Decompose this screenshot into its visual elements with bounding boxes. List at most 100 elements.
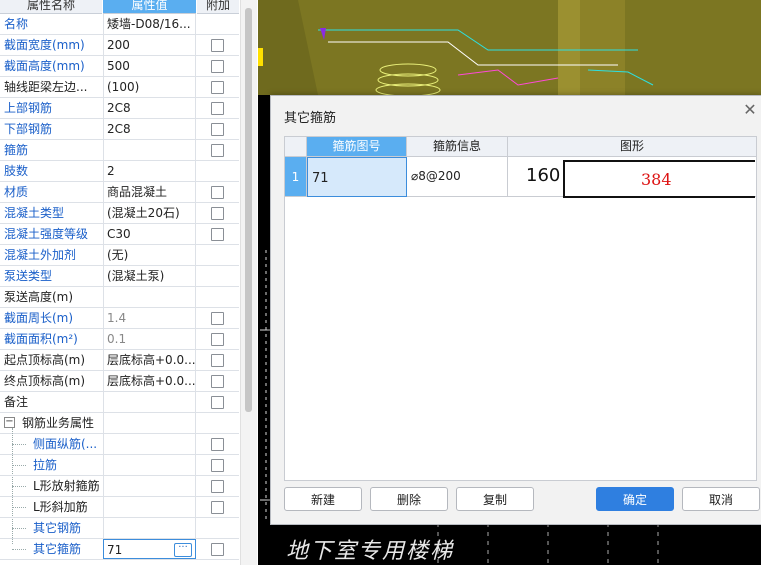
copy-button[interactable]: 复制 (456, 487, 534, 511)
property-row[interactable]: 拉筋 (0, 455, 239, 476)
property-row[interactable]: 侧面纵筋(... (0, 434, 239, 455)
property-row[interactable]: 下部钢筋 2C8 (0, 119, 239, 140)
property-row[interactable]: 泵送高度(m) (0, 287, 239, 308)
header-extra[interactable]: 附加 (197, 0, 239, 14)
property-value-editor[interactable]: 71 ··· (103, 539, 196, 559)
property-row[interactable]: 混凝土强度等级 C30 (0, 224, 239, 245)
property-row[interactable]: 截面高度(mm) 500 (0, 56, 239, 77)
property-value[interactable]: 500 (103, 56, 196, 76)
property-name: 截面周长(m) (4, 311, 74, 325)
extra-checkbox[interactable] (211, 186, 224, 199)
property-row[interactable]: L形斜加筋 (0, 497, 239, 518)
property-row[interactable]: 终点顶标高(m) 层底标高+0.0... (0, 371, 239, 392)
grid-header-info[interactable]: 箍筋信息 (407, 137, 508, 157)
property-value[interactable] (103, 476, 196, 496)
grid-header-shape[interactable]: 图形 (508, 137, 756, 157)
extra-checkbox[interactable] (211, 501, 224, 514)
property-row[interactable]: 上部钢筋 2C8 (0, 98, 239, 119)
property-value[interactable] (103, 287, 196, 307)
property-value-text: C30 (107, 227, 131, 241)
property-row[interactable]: 肢数 2 (0, 161, 239, 182)
property-row[interactable]: 泵送类型 (混凝土泵) (0, 266, 239, 287)
extra-checkbox[interactable] (211, 543, 224, 556)
property-value[interactable]: (混凝土20石) (103, 203, 196, 223)
extra-checkbox[interactable] (211, 459, 224, 472)
row-number[interactable]: 1 (285, 157, 307, 197)
property-row[interactable]: 截面面积(m²) 0.1 (0, 329, 239, 350)
property-name: 材质 (4, 185, 29, 199)
extra-checkbox[interactable] (211, 81, 224, 94)
property-row[interactable]: 备注 (0, 392, 239, 413)
grid-header-code[interactable]: 箍筋图号 (307, 137, 407, 157)
property-row[interactable]: 材质 商品混凝土 (0, 182, 239, 203)
property-name: 箍筋 (4, 143, 29, 157)
property-value[interactable]: 1.4 (103, 308, 196, 328)
tree-connector (12, 549, 26, 550)
extra-checkbox[interactable] (211, 102, 224, 115)
ellipsis-button[interactable]: ··· (174, 543, 192, 557)
property-row[interactable]: 其它钢筋 (0, 518, 239, 539)
delete-button[interactable]: 删除 (370, 487, 448, 511)
extra-checkbox[interactable] (211, 480, 224, 493)
property-row[interactable]: 截面宽度(mm) 200 (0, 35, 239, 56)
property-row[interactable]: 混凝土外加剂 (无) (0, 245, 239, 266)
extra-checkbox[interactable] (211, 39, 224, 52)
property-value[interactable] (103, 392, 196, 412)
property-value[interactable]: 0.1 (103, 329, 196, 349)
property-value[interactable] (103, 518, 196, 538)
collapse-icon[interactable]: − (4, 417, 15, 428)
extra-checkbox[interactable] (211, 228, 224, 241)
property-value[interactable] (103, 455, 196, 475)
property-value[interactable] (103, 140, 196, 160)
property-row[interactable]: 混凝土类型 (混凝土20石) (0, 203, 239, 224)
property-value[interactable]: (无) (103, 245, 196, 265)
grid-corner (285, 137, 307, 157)
property-group-row[interactable]: − 钢筋业务属性 (0, 413, 239, 434)
property-row[interactable]: 截面周长(m) 1.4 (0, 308, 239, 329)
property-value[interactable]: 层底标高+0.0... (103, 350, 196, 370)
property-row[interactable]: 其它箍筋 71 ··· (0, 539, 239, 560)
extra-checkbox[interactable] (211, 312, 224, 325)
property-value[interactable] (103, 434, 196, 454)
close-icon[interactable]: ✕ (742, 102, 758, 118)
extra-checkbox[interactable] (211, 438, 224, 451)
property-scrollbar[interactable] (240, 0, 257, 565)
scrollbar-thumb[interactable] (245, 8, 252, 412)
property-value[interactable]: (100) (103, 77, 196, 97)
property-row[interactable]: 轴线距梁左边... (100) (0, 77, 239, 98)
extra-checkbox[interactable] (211, 60, 224, 73)
property-value[interactable]: 矮墙-D08/16... (103, 14, 196, 34)
extra-checkbox[interactable] (211, 144, 224, 157)
property-row[interactable]: L形放射箍筋 (0, 476, 239, 497)
extra-checkbox[interactable] (211, 207, 224, 220)
new-button[interactable]: 新建 (284, 487, 362, 511)
stirrup-code-cell[interactable]: 71 (307, 157, 407, 197)
header-property-name[interactable]: 属性名称 (0, 0, 102, 14)
property-value[interactable]: 200 (103, 35, 196, 55)
extra-checkbox[interactable] (211, 333, 224, 346)
property-row[interactable]: 名称 矮墙-D08/16... (0, 14, 239, 35)
property-row[interactable]: 箍筋 (0, 140, 239, 161)
ok-button[interactable]: 确定 (596, 487, 674, 511)
extra-checkbox[interactable] (211, 375, 224, 388)
property-value[interactable]: 商品混凝土 (103, 182, 196, 202)
extra-checkbox[interactable] (211, 123, 224, 136)
header-property-value[interactable]: 属性值 (103, 0, 196, 14)
property-value[interactable]: C30 (103, 224, 196, 244)
cancel-button[interactable]: 取消 (682, 487, 760, 511)
stirrup-shape-cell[interactable]: 160 384 (508, 157, 756, 198)
stirrup-info-cell[interactable]: ⌀8@200 (407, 157, 508, 197)
property-name: 侧面纵筋(... (33, 437, 98, 451)
property-value[interactable]: 2C8 (103, 119, 196, 139)
property-value[interactable]: 2C8 (103, 98, 196, 118)
shape-dimension-left[interactable]: 160 (526, 165, 560, 186)
property-row[interactable]: 起点顶标高(m) 层底标高+0.0... (0, 350, 239, 371)
property-value[interactable]: 2 (103, 161, 196, 181)
property-value[interactable] (103, 497, 196, 517)
extra-checkbox[interactable] (211, 354, 224, 367)
property-value-text: (无) (107, 248, 129, 262)
property-value[interactable]: 层底标高+0.0... (103, 371, 196, 391)
extra-checkbox[interactable] (211, 396, 224, 409)
shape-dimension-length[interactable]: 384 (641, 170, 672, 189)
property-value[interactable]: (混凝土泵) (103, 266, 196, 286)
